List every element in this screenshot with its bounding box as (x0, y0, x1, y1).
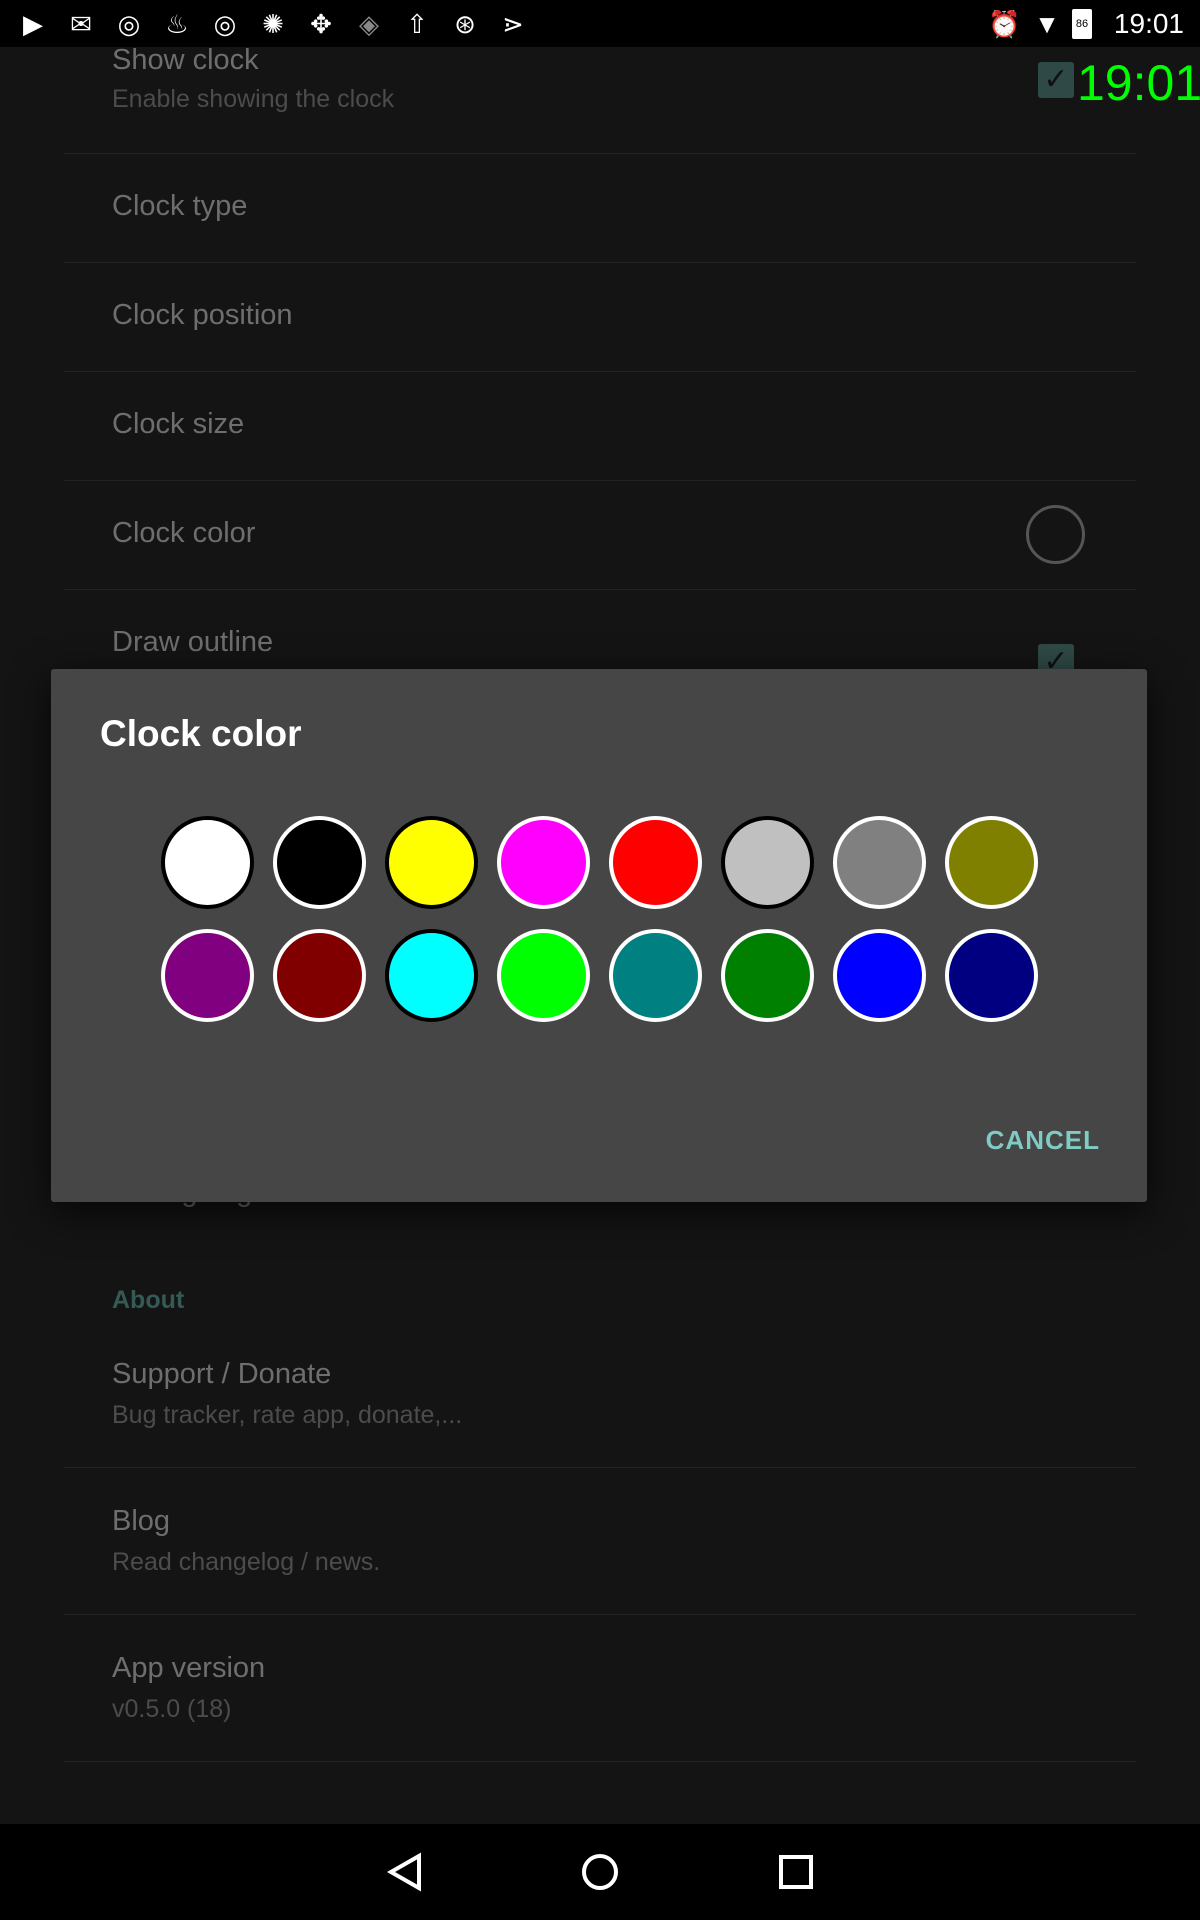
color-swatch[interactable] (497, 929, 590, 1022)
section-header-about: About (112, 1286, 185, 1314)
overlay-clock: 19:01 (1077, 55, 1200, 111)
setting-subtitle: Enable showing the clock (112, 85, 395, 113)
color-swatch[interactable] (497, 816, 590, 909)
app-icon: ◎ (213, 9, 237, 39)
clock-color-dialog: Clock color CANCEL (51, 669, 1147, 1202)
clock-color-preview (1026, 505, 1085, 564)
dialog-title: Clock color (100, 713, 302, 754)
recents-icon[interactable] (776, 1852, 816, 1892)
setting-title: Clock type (112, 190, 248, 222)
color-swatch[interactable] (721, 816, 814, 909)
divider (64, 1614, 1136, 1615)
color-swatch[interactable] (945, 929, 1038, 1022)
sync-icon: ✺ (262, 9, 284, 39)
setting-app-version[interactable]: App version v0.5.0 (18) (112, 1652, 1112, 1724)
setting-subtitle: v0.5.0 (18) (112, 1695, 232, 1723)
gps-icon: ◈ (359, 9, 379, 39)
app-icon: ⊛ (454, 9, 476, 39)
color-swatch[interactable] (385, 816, 478, 909)
setting-clock-type[interactable]: Clock type (112, 190, 1112, 223)
wifi-icon: ▼ (1034, 9, 1060, 39)
divider (64, 371, 1136, 372)
setting-title: Support / Donate (112, 1358, 332, 1390)
color-swatch[interactable] (833, 816, 926, 909)
color-swatch[interactable] (609, 929, 702, 1022)
cancel-button[interactable]: CANCEL (986, 1125, 1100, 1156)
color-swatch[interactable] (161, 929, 254, 1022)
setting-blog[interactable]: Blog Read changelog / news. (112, 1505, 1112, 1577)
color-swatch[interactable] (273, 816, 366, 909)
divider (64, 1467, 1136, 1468)
setting-subtitle: Read changelog / news. (112, 1548, 381, 1576)
app-icon: ◎ (117, 9, 141, 39)
alarm-icon: ⏰ (988, 9, 1021, 39)
setting-title: Clock size (112, 408, 245, 440)
setting-clock-color[interactable]: Clock color (112, 517, 1112, 550)
back-icon[interactable] (385, 1852, 425, 1892)
navigation-bar (0, 1824, 1200, 1920)
setting-clock-size[interactable]: Clock size (112, 408, 1112, 441)
divider (64, 153, 1136, 154)
setting-title: Clock color (112, 517, 256, 549)
show-clock-checkbox[interactable]: ✓ (1038, 62, 1074, 98)
color-swatch[interactable] (161, 816, 254, 909)
home-icon[interactable] (580, 1852, 620, 1892)
color-swatch[interactable] (721, 929, 814, 1022)
divider (64, 589, 1136, 590)
location-icon: ✥ (310, 9, 332, 39)
setting-title: Draw outline (112, 626, 274, 658)
color-swatch[interactable] (833, 929, 926, 1022)
status-bar: ▶ ✉ ◎ ♨ ◎ ✺ ✥ ◈ ⇧ ⊛ ⋗ ⏰ ▼ 86 19:01 (0, 0, 1200, 47)
setting-title: Clock position (112, 299, 293, 331)
divider (64, 480, 1136, 481)
setting-subtitle: Bug tracker, rate app, donate,... (112, 1401, 463, 1429)
gmail-icon: ✉ (70, 9, 92, 39)
setting-title: Blog (112, 1505, 171, 1537)
color-swatch[interactable] (609, 816, 702, 909)
divider (64, 1761, 1136, 1762)
youtube-icon: ▶ (23, 9, 43, 39)
setting-clock-position[interactable]: Clock position (112, 299, 1112, 332)
setting-draw-outline[interactable]: Draw outline (112, 626, 1112, 659)
battery-icon: 86 (1072, 9, 1092, 39)
upload-icon: ⇧ (406, 9, 428, 39)
divider (64, 262, 1136, 263)
app-icon: ⋗ (502, 9, 524, 39)
status-time: 19:01 (1113, 8, 1184, 39)
setting-title: App version (112, 1652, 266, 1684)
steam-icon: ♨ (165, 9, 189, 39)
battery-level: 86 (1075, 18, 1089, 30)
setting-show-clock[interactable]: Show clock Enable showing the clock (112, 44, 1112, 114)
color-swatch[interactable] (273, 929, 366, 1022)
setting-title: Show clock (112, 44, 259, 76)
color-swatch[interactable] (945, 816, 1038, 909)
color-swatch[interactable] (385, 929, 478, 1022)
setting-support[interactable]: Support / Donate Bug tracker, rate app, … (112, 1358, 1112, 1430)
